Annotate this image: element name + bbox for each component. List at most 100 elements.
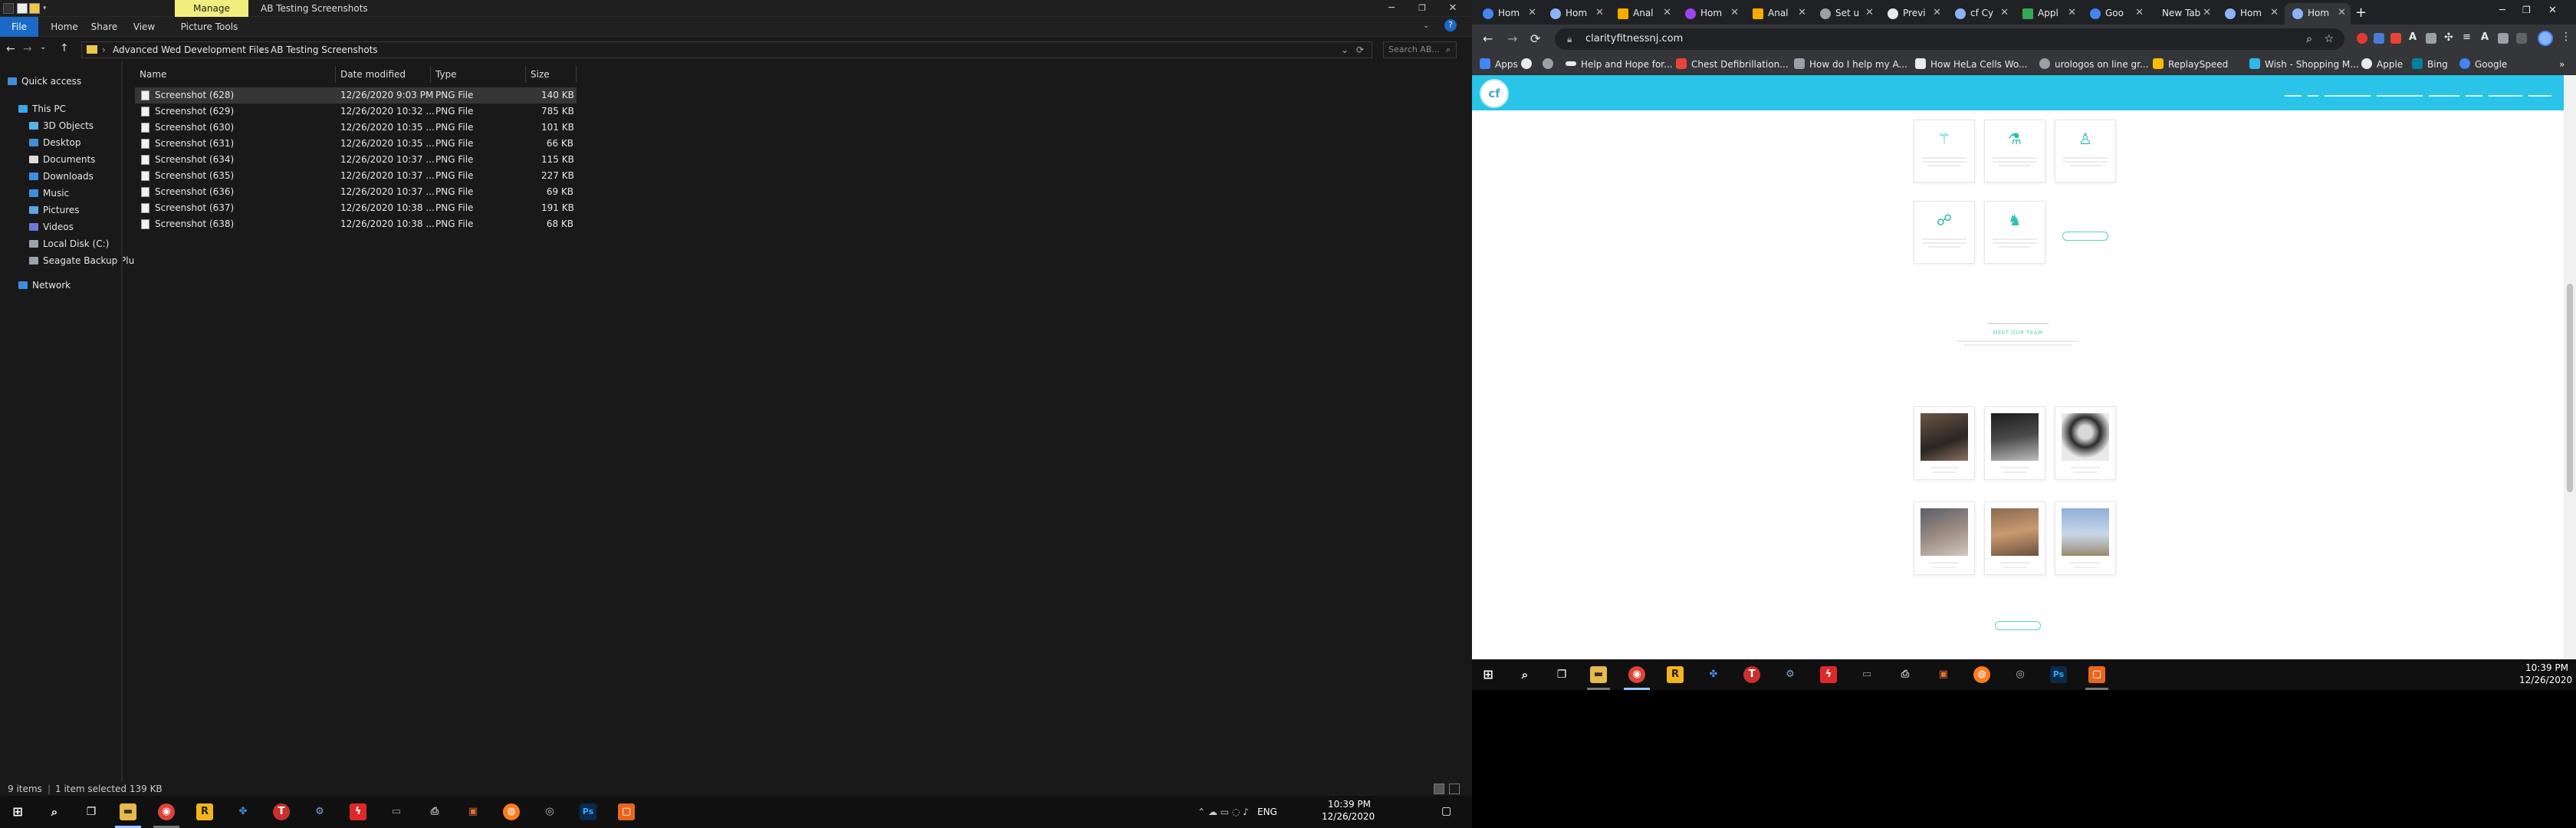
- forward-icon[interactable]: →: [23, 43, 32, 55]
- browser-tab[interactable]: Anal ✕: [1745, 3, 1811, 25]
- network-app-icon[interactable]: ✤: [1705, 666, 1722, 683]
- nav-music[interactable]: Music: [29, 184, 69, 202]
- photoshop-icon[interactable]: Ps: [2050, 666, 2067, 683]
- details-view-icon[interactable]: [1434, 784, 1444, 794]
- browser-tab[interactable]: Hom ✕: [2217, 3, 2283, 25]
- site-nav-link[interactable]: [2528, 89, 2551, 97]
- close-tab-icon[interactable]: ✕: [2270, 3, 2279, 23]
- nav-seagate-backup[interactable]: Seagate Backup Plu: [29, 251, 134, 270]
- firefox-icon[interactable]: ◍: [1973, 666, 1990, 683]
- close-tab-icon[interactable]: ✕: [2338, 3, 2346, 23]
- close-tab-icon[interactable]: ✕: [1595, 3, 1604, 23]
- extension-icon[interactable]: [2426, 33, 2436, 44]
- tab-picture-tools[interactable]: Picture Tools: [176, 17, 242, 37]
- clock-date[interactable]: 12/26/2020: [1322, 811, 1375, 822]
- site-nav-link[interactable]: [2489, 89, 2522, 97]
- close-tab-icon[interactable]: ✕: [2135, 3, 2144, 23]
- breadcrumb-item[interactable]: AB Testing Screenshots: [271, 42, 378, 58]
- profile-avatar[interactable]: [2538, 31, 2553, 46]
- lightning-app-icon[interactable]: ϟ: [350, 803, 366, 820]
- recent-dropdown-icon[interactable]: ⌄: [40, 43, 46, 51]
- close-tab-icon[interactable]: ✕: [2068, 3, 2076, 23]
- extension-icon[interactable]: [2516, 33, 2527, 44]
- file-row[interactable]: Screenshot (636) 12/26/2020 10:37 ... PNG …: [135, 184, 577, 200]
- browser-tab[interactable]: Anal ✕: [1610, 3, 1676, 25]
- tab-home[interactable]: Home: [49, 17, 80, 37]
- bookmark-item[interactable]: [1521, 54, 1536, 75]
- notifications-icon[interactable]: ▢: [1441, 805, 1451, 817]
- nav-pictures[interactable]: Pictures: [29, 201, 80, 219]
- bookmark-item[interactable]: ReplaySpeed: [2153, 54, 2228, 75]
- close-button[interactable]: ✕: [1441, 0, 1464, 17]
- minimize-button[interactable]: ─: [2499, 5, 2505, 16]
- media-app-icon[interactable]: ▣: [465, 803, 481, 820]
- page-scrollbar[interactable]: [2564, 75, 2576, 659]
- forward-icon[interactable]: →: [1507, 31, 1517, 46]
- nav-local-disk[interactable]: Local Disk (C:): [29, 235, 109, 253]
- nav-desktop[interactable]: Desktop: [29, 133, 81, 152]
- printer-icon[interactable]: ⎙: [426, 803, 443, 820]
- site-nav-link[interactable]: [2285, 89, 2302, 97]
- tab-view[interactable]: View: [129, 17, 159, 37]
- properties-icon[interactable]: [17, 3, 28, 14]
- bookmark-item[interactable]: Apple: [2361, 54, 2403, 75]
- team-member-card[interactable]: [2055, 406, 2116, 480]
- file-row[interactable]: Screenshot (628) 12/26/2020 9:03 PM PNG Fi…: [135, 87, 577, 104]
- start-icon[interactable]: ⊞: [1480, 666, 1497, 683]
- nav-documents[interactable]: Documents: [29, 150, 95, 169]
- services-more-button[interactable]: [2062, 232, 2108, 241]
- browser-tab[interactable]: New Tab ✕: [2150, 3, 2216, 25]
- more-bookmarks-icon[interactable]: »: [2559, 54, 2564, 75]
- browser-tab[interactable]: Hom ✕: [1475, 3, 1541, 25]
- site-nav-link[interactable]: [2466, 89, 2482, 97]
- service-card[interactable]: ♞: [1984, 201, 2045, 264]
- large-icons-view-icon[interactable]: [1449, 784, 1460, 794]
- close-tab-icon[interactable]: ✕: [1865, 3, 1874, 23]
- team-member-card[interactable]: [2055, 501, 2116, 575]
- media-app-icon[interactable]: ▣: [1935, 666, 1952, 683]
- column-header-date[interactable]: Date modified: [336, 66, 431, 83]
- file-row[interactable]: Screenshot (638) 12/26/2020 10:38 ... PNG …: [135, 216, 577, 232]
- refresh-icon[interactable]: ⟳: [1356, 42, 1364, 58]
- browser-tab-active[interactable]: Hom ✕: [2285, 3, 2351, 25]
- browser-tab[interactable]: Set u ✕: [1812, 3, 1878, 25]
- close-tab-icon[interactable]: ✕: [1528, 3, 1536, 23]
- t-app-icon[interactable]: T: [1743, 666, 1760, 683]
- browser-tab[interactable]: Hom ✕: [1677, 3, 1743, 25]
- browser-tab[interactable]: Previ ✕: [1880, 3, 1946, 25]
- tab-file[interactable]: File: [0, 17, 38, 37]
- maximize-button[interactable]: ❐: [2522, 5, 2531, 15]
- close-tab-icon[interactable]: ✕: [1663, 3, 1671, 23]
- service-card[interactable]: ⚗: [1984, 120, 2045, 182]
- site-nav-link[interactable]: [2308, 89, 2318, 97]
- tab-share[interactable]: Share: [89, 17, 120, 37]
- steam-icon[interactable]: ⚙: [1782, 666, 1799, 683]
- nav-videos[interactable]: Videos: [29, 218, 74, 236]
- search-icon[interactable]: ⌕: [2306, 28, 2312, 50]
- gamepad-icon[interactable]: ▭: [388, 803, 405, 820]
- expand-ribbon-icon[interactable]: ⌄: [1423, 21, 1429, 30]
- column-header-size[interactable]: Size: [526, 66, 577, 83]
- browser-tab[interactable]: Hom ✕: [1543, 3, 1608, 25]
- clock-date[interactable]: 12/26/2020: [2519, 675, 2572, 685]
- site-nav-link[interactable]: [2325, 89, 2371, 97]
- font-extension-icon[interactable]: A: [2409, 31, 2417, 43]
- lightning-app-icon[interactable]: ϟ: [1820, 666, 1837, 683]
- service-card[interactable]: ☍: [1914, 201, 1975, 264]
- tray-icons[interactable]: ⌃ ☁ ▭ ◌ ♪: [1198, 807, 1249, 817]
- up-icon[interactable]: ↑: [60, 42, 69, 54]
- t-app-icon[interactable]: T: [273, 803, 290, 820]
- close-tab-icon[interactable]: ✕: [1933, 3, 1941, 23]
- back-icon[interactable]: ←: [1483, 31, 1493, 46]
- extension-icon[interactable]: [2498, 33, 2509, 44]
- translate-icon[interactable]: A: [2481, 31, 2489, 43]
- maximize-button[interactable]: ❐: [1411, 0, 1434, 17]
- site-logo[interactable]: cf: [1480, 79, 1509, 108]
- chrome-icon[interactable]: ◉: [158, 803, 175, 820]
- search-icon[interactable]: ⌕: [46, 803, 63, 820]
- minimize-button[interactable]: ─: [1380, 0, 1403, 17]
- chevron-down-icon[interactable]: ⌄: [1341, 42, 1349, 58]
- bookmark-star-icon[interactable]: ☆: [2324, 28, 2334, 50]
- browser-tab[interactable]: cf Cy ✕: [1947, 3, 2013, 25]
- site-nav-link[interactable]: [2429, 89, 2459, 97]
